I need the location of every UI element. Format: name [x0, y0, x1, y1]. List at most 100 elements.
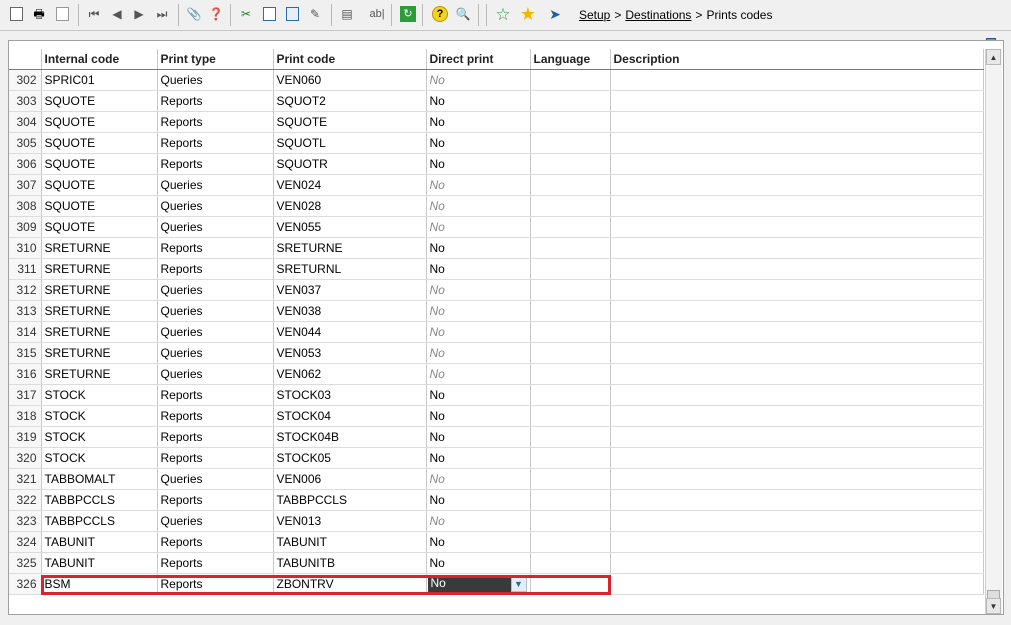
description-cell[interactable] [610, 258, 984, 280]
internal-code-cell[interactable]: SRETURNE [41, 237, 158, 259]
description-cell[interactable] [610, 300, 984, 322]
print-code-cell[interactable]: STOCK04 [273, 405, 427, 427]
print-code-cell[interactable]: SQUOT2 [273, 90, 427, 112]
internal-code-cell[interactable]: SQUOTE [41, 132, 158, 154]
print-type-cell[interactable]: Queries [157, 279, 274, 301]
print-code-cell[interactable]: VEN055 [273, 216, 427, 238]
direct-print-cell[interactable]: No [426, 237, 531, 259]
description-cell[interactable] [610, 69, 984, 91]
table-row[interactable]: 322 TABBPCCLS Reports TABBPCCLS No [9, 489, 984, 511]
cut-icon[interactable]: ✂ [236, 4, 256, 24]
print-type-cell[interactable]: Queries [157, 321, 274, 343]
direct-print-cell[interactable]: No [426, 384, 531, 406]
table-row[interactable]: 321 TABBOMALT Queries VEN006 No [9, 468, 984, 490]
description-cell[interactable] [610, 489, 984, 511]
print-code-cell[interactable]: SRETURNL [273, 258, 427, 280]
print-code-cell[interactable]: STOCK04B [273, 426, 427, 448]
previous-record-icon[interactable]: ◀ [107, 4, 127, 24]
direct-print-cell[interactable]: No [426, 300, 531, 322]
internal-code-cell[interactable]: TABBOMALT [41, 468, 158, 490]
print-type-cell[interactable]: Reports [157, 405, 274, 427]
internal-code-cell[interactable]: SRETURNE [41, 258, 158, 280]
last-record-icon[interactable]: ⏭ [152, 4, 172, 24]
print-type-cell[interactable]: Queries [157, 195, 274, 217]
print-code-cell[interactable]: VEN006 [273, 468, 427, 490]
print-code-cell[interactable]: VEN013 [273, 510, 427, 532]
scroll-up-icon[interactable]: ▲ [986, 49, 1001, 65]
print-code-input[interactable]: ZBONTRV [273, 573, 427, 595]
description-cell[interactable] [610, 111, 984, 133]
print-type-cell[interactable]: Reports [157, 531, 274, 553]
description-cell[interactable] [610, 216, 984, 238]
print-type-cell[interactable]: Reports [157, 384, 274, 406]
internal-code-cell[interactable]: SQUOTE [41, 216, 158, 238]
description-cell[interactable] [610, 279, 984, 301]
language-cell[interactable] [530, 384, 611, 406]
description-cell[interactable] [610, 531, 984, 553]
direct-print-cell[interactable]: No [426, 111, 531, 133]
new-icon[interactable] [6, 4, 26, 24]
question-icon[interactable]: ? [430, 4, 450, 24]
export-icon[interactable] [52, 4, 72, 24]
help-icon[interactable]: ❓ [206, 4, 226, 24]
print-code-cell[interactable]: VEN024 [273, 174, 427, 196]
print-type-cell[interactable]: Reports [157, 111, 274, 133]
description-cell[interactable] [610, 426, 984, 448]
internal-code-cell[interactable]: SRETURNE [41, 321, 158, 343]
breadcrumb-setup[interactable]: Setup [579, 8, 610, 22]
first-record-icon[interactable]: ⏮ [84, 4, 104, 24]
direct-print-cell[interactable]: No [426, 447, 531, 469]
print-type-cell[interactable]: Queries [157, 174, 274, 196]
table-row[interactable]: 325 TABUNIT Reports TABUNITB No [9, 552, 984, 574]
print-code-cell[interactable]: TABUNITB [273, 552, 427, 574]
table-row[interactable]: 314 SRETURNE Queries VEN044 No [9, 321, 984, 343]
search-icon[interactable]: 🔍 [453, 4, 473, 24]
breadcrumb-destinations[interactable]: Destinations [625, 8, 691, 22]
print-code-cell[interactable]: SRETURNE [273, 237, 427, 259]
refresh-icon[interactable]: ↻ [398, 4, 418, 24]
favorite-add-icon[interactable]: ☆ [493, 4, 513, 24]
direct-print-cell[interactable]: No [426, 510, 531, 532]
description-cell[interactable] [610, 90, 984, 112]
direct-print-cell[interactable]: No [426, 90, 531, 112]
print-type-cell[interactable]: Reports [157, 552, 274, 574]
print-type-input[interactable]: Reports [157, 573, 274, 595]
table-row[interactable]: 310 SRETURNE Reports SRETURNE No [9, 237, 984, 259]
direct-print-cell[interactable]: No [426, 405, 531, 427]
print-code-cell[interactable]: SQUOTL [273, 132, 427, 154]
print-code-cell[interactable]: VEN053 [273, 342, 427, 364]
text-icon[interactable]: ab| [367, 4, 387, 24]
language-cell[interactable] [530, 237, 611, 259]
description-cell[interactable] [610, 405, 984, 427]
internal-code-cell[interactable]: STOCK [41, 447, 158, 469]
direct-print-cell[interactable]: No [426, 69, 531, 91]
internal-code-cell[interactable]: SRETURNE [41, 363, 158, 385]
direct-print-cell[interactable]: No ▼ [426, 573, 531, 595]
language-cell[interactable] [530, 447, 611, 469]
column-header-language[interactable]: Language [530, 49, 611, 70]
print-type-cell[interactable]: Queries [157, 216, 274, 238]
language-cell[interactable] [530, 363, 611, 385]
dropdown-arrow-icon[interactable]: ▼ [510, 575, 527, 592]
language-cell[interactable] [530, 195, 611, 217]
print-code-cell[interactable]: TABBPCCLS [273, 489, 427, 511]
internal-code-cell[interactable]: STOCK [41, 405, 158, 427]
table-row[interactable]: 323 TABBPCCLS Queries VEN013 No [9, 510, 984, 532]
language-cell[interactable] [530, 90, 611, 112]
internal-code-cell[interactable]: SPRIC01 [41, 69, 158, 91]
direct-print-cell[interactable]: No [426, 321, 531, 343]
direct-print-cell[interactable]: No [426, 174, 531, 196]
print-type-cell[interactable]: Queries [157, 300, 274, 322]
internal-code-cell[interactable]: SQUOTE [41, 195, 158, 217]
language-cell[interactable] [530, 426, 611, 448]
print-code-cell[interactable]: VEN038 [273, 300, 427, 322]
description-cell[interactable] [610, 384, 984, 406]
print-code-cell[interactable]: VEN060 [273, 69, 427, 91]
direct-print-cell[interactable]: No [426, 342, 531, 364]
internal-code-cell[interactable]: STOCK [41, 426, 158, 448]
language-cell[interactable] [530, 321, 611, 343]
internal-code-cell[interactable]: SRETURNE [41, 342, 158, 364]
direct-print-cell[interactable]: No [426, 153, 531, 175]
description-cell[interactable] [610, 468, 984, 490]
direct-print-cell[interactable]: No [426, 132, 531, 154]
